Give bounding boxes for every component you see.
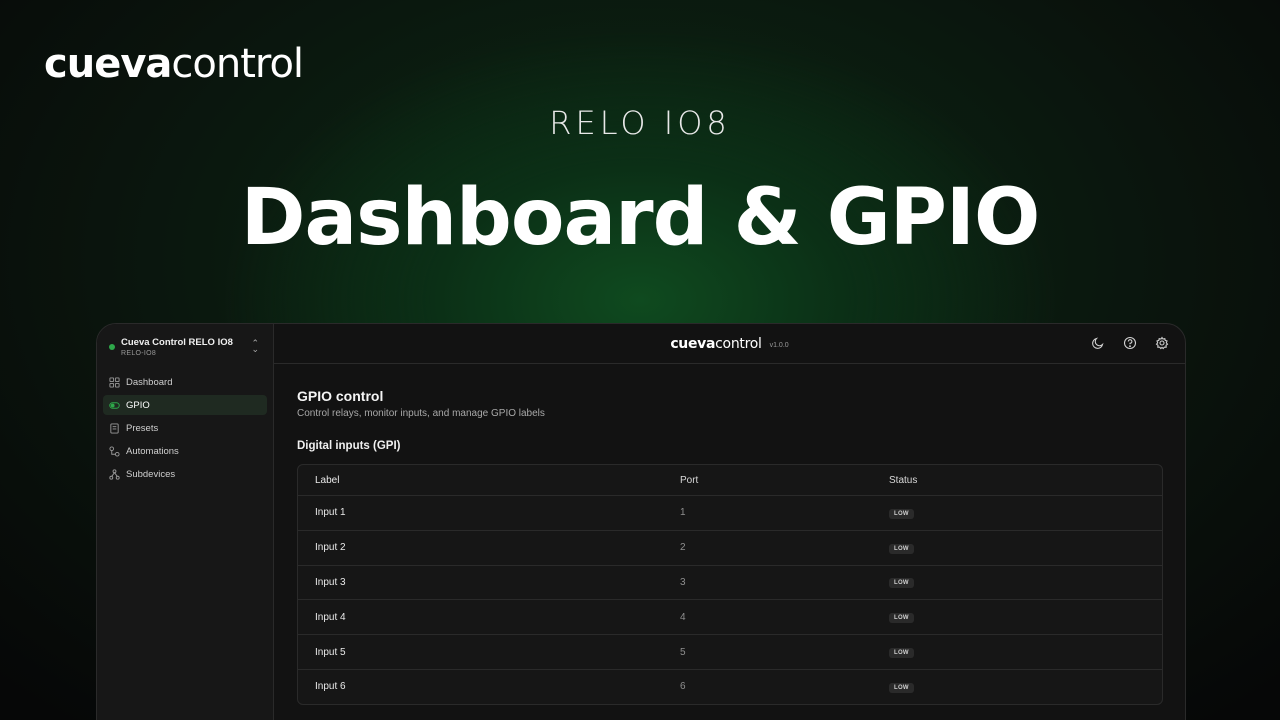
page-description: Control relays, monitor inputs, and mana… — [297, 408, 545, 419]
hero-brand-logo: cuevacontrol — [44, 41, 304, 87]
status-badge: LOW — [889, 508, 914, 519]
table-row: Input 6 6 LOW — [298, 668, 1162, 704]
hero-brand-light: control — [171, 41, 304, 87]
network-icon — [109, 468, 120, 480]
input-port: 6 — [680, 681, 686, 693]
sidebar-item-automations[interactable]: Automations — [103, 441, 267, 461]
table-row: Input 1 1 LOW — [298, 495, 1162, 530]
input-port: 2 — [680, 542, 686, 554]
sidebar-item-label: Presets — [126, 422, 159, 434]
app-logo: cuevacontrol — [670, 335, 762, 352]
sidebar-item-dashboard[interactable]: Dashboard — [103, 372, 267, 392]
input-label: Input 6 — [315, 681, 346, 693]
sidebar-item-gpio[interactable]: GPIO — [103, 395, 267, 415]
sidebar: Cueva Control RELO IO8 RELO-IO8 ⌃ ⌄ Dashb… — [97, 324, 274, 720]
sidebar-item-label: GPIO — [126, 399, 150, 411]
input-port: 1 — [680, 507, 686, 519]
device-name: Cueva Control RELO IO8 — [121, 337, 233, 348]
device-selector[interactable]: Cueva Control RELO IO8 RELO-IO8 ⌃ ⌄ — [103, 330, 267, 369]
status-badge: LOW — [889, 648, 914, 659]
sidebar-item-label: Subdevices — [126, 468, 176, 480]
page-title: GPIO control — [297, 388, 384, 404]
chevron-up-down-icon: ⌃ ⌄ — [251, 338, 259, 355]
settings-icon[interactable] — [1155, 336, 1169, 350]
workflow-icon — [109, 445, 120, 457]
column-header-label: Label — [315, 474, 340, 486]
grid-icon — [109, 376, 120, 388]
app-logo-bold: cueva — [670, 335, 716, 352]
sidebar-item-presets[interactable]: Presets — [103, 418, 267, 438]
hero-subtitle: RELO IO8 — [549, 104, 731, 142]
column-header-status: Status — [889, 474, 918, 486]
table-row: Input 5 5 LOW — [298, 634, 1162, 669]
input-port: 5 — [680, 646, 686, 658]
help-icon[interactable] — [1123, 336, 1137, 350]
table-row: Input 4 4 LOW — [298, 599, 1162, 634]
input-label: Input 4 — [315, 611, 346, 623]
table-row: Input 3 3 LOW — [298, 564, 1162, 600]
sidebar-item-label: Automations — [126, 445, 179, 457]
status-badge: LOW — [889, 682, 914, 693]
topbar: cuevacontrol v1.0.0 — [274, 324, 1185, 364]
sidebar-item-label: Dashboard — [126, 376, 173, 388]
device-id: RELO-IO8 — [121, 350, 157, 357]
input-label: Input 5 — [315, 646, 346, 658]
input-port: 4 — [680, 611, 686, 623]
column-header-port: Port — [680, 474, 699, 486]
hero-headline: Dashboard & GPIO — [240, 173, 1041, 263]
app-window: Cueva Control RELO IO8 RELO-IO8 ⌃ ⌄ Dashb… — [96, 323, 1186, 720]
input-port: 3 — [680, 576, 686, 588]
moon-icon[interactable] — [1091, 336, 1105, 350]
inputs-table: Label Port Status Input 1 1 LOW Input 2 … — [297, 464, 1163, 705]
topbar-actions — [1091, 336, 1169, 350]
document-icon — [109, 422, 120, 434]
status-badge: LOW — [889, 613, 914, 624]
section-title: Digital inputs (GPI) — [297, 440, 401, 452]
sidebar-item-subdevices[interactable]: Subdevices — [103, 464, 267, 484]
main-area: cuevacontrol v1.0.0 GPIO control Control… — [274, 324, 1185, 720]
input-label: Input 1 — [315, 507, 346, 519]
app-version: v1.0.0 — [769, 342, 789, 349]
table-header: Label Port Status — [298, 465, 1162, 495]
gpio-content: GPIO control Control relays, monitor inp… — [274, 364, 1185, 705]
table-row: Input 2 2 LOW — [298, 529, 1162, 565]
input-label: Input 2 — [315, 542, 346, 554]
app-logo-light: control — [715, 335, 762, 352]
status-dot — [109, 344, 115, 350]
status-badge: LOW — [889, 578, 914, 589]
toggle-icon — [109, 400, 120, 411]
input-label: Input 3 — [315, 576, 346, 588]
hero-brand-bold: cueva — [44, 41, 172, 87]
status-badge: LOW — [889, 543, 914, 554]
